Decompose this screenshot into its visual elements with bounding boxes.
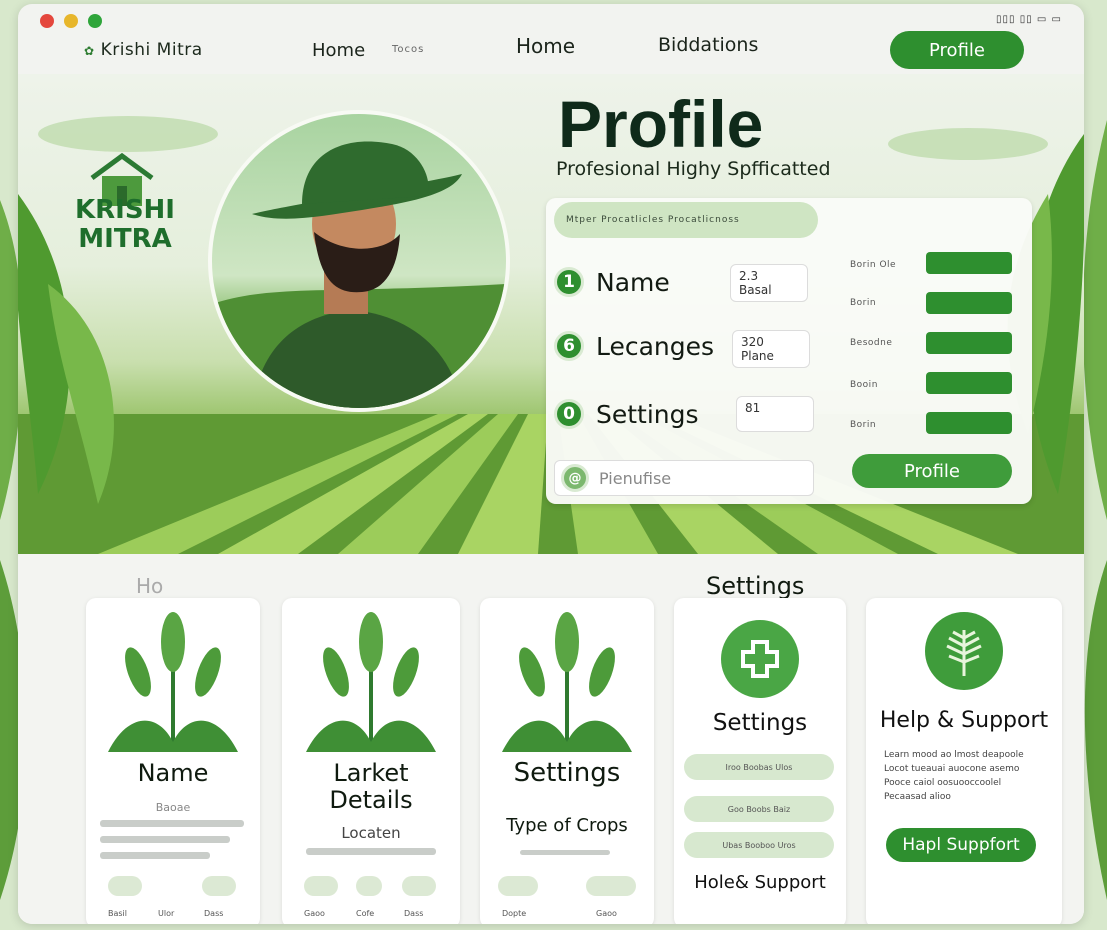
faded-heading: Ho — [136, 574, 164, 598]
action-pill[interactable] — [304, 876, 338, 896]
settings-option[interactable]: Ubas Booboo Uros — [684, 832, 834, 858]
market-details-card[interactable]: Larket Details Locaten Gaoo Cofe Dass — [282, 598, 460, 924]
stat-bar — [926, 372, 1012, 394]
top-navbar: ✿ Krishi Mitra Home Tocos Home Biddations… — [18, 4, 1084, 74]
hero-section: KRISHI MITRA Profile Profesional Highy S… — [18, 74, 1084, 554]
page-title: Profile — [558, 87, 764, 161]
card-foot-label: Dopte — [502, 909, 527, 918]
stat-bar — [926, 332, 1012, 354]
text-line — [100, 836, 230, 843]
farmer-avatar — [208, 110, 510, 412]
row-number-badge: 1 — [554, 267, 584, 297]
name-card[interactable]: Name Baoae Basil Ulor Dass — [86, 598, 260, 924]
fern-leaf-icon — [925, 612, 1003, 690]
stat-label: Booin — [850, 380, 878, 390]
nav-home-link[interactable]: Home — [312, 40, 365, 61]
section-heading: Settings — [706, 572, 805, 600]
help-line: Locot tueauai auocone asemo — [884, 764, 1020, 774]
stat-bar — [926, 252, 1012, 274]
settings-option[interactable]: Goo Boobs Baiz — [684, 796, 834, 822]
maximize-window-button[interactable] — [88, 14, 102, 28]
help-line: Pooce caiol oosuooccoolel — [884, 778, 1002, 788]
settings-plus-icon — [721, 620, 799, 698]
action-pill[interactable] — [586, 876, 636, 896]
stat-bar — [926, 412, 1012, 434]
help-support-button[interactable]: Hapl Suppfort — [886, 828, 1036, 862]
nav-profile-button[interactable]: Profile — [890, 31, 1024, 69]
help-line: Learn mood ao lmost deapoole — [884, 750, 1024, 760]
card-title: Larket Details — [329, 759, 413, 814]
stat-label: Borin — [850, 420, 877, 430]
plant-icon — [108, 612, 238, 752]
panel-profile-button[interactable]: Profile — [852, 454, 1012, 488]
action-pill[interactable] — [402, 876, 436, 896]
crops-settings-card[interactable]: Settings Type of Crops Dopte Gaoo — [480, 598, 654, 924]
action-pill[interactable] — [202, 876, 236, 896]
nav-biddations-link[interactable]: Biddations — [658, 34, 758, 56]
profile-row-name[interactable]: 1 Name — [554, 260, 670, 304]
text-line — [100, 852, 210, 859]
plant-icon — [502, 612, 632, 752]
page-subtitle: Profesional Highy Spfficatted — [556, 158, 831, 180]
settings-card[interactable]: Settings Iroo Boobas Ulos Goo Boobs Baiz… — [674, 598, 846, 924]
settings-option[interactable]: Iroo Boobas Ulos — [684, 754, 834, 780]
lecanges-value-box[interactable]: 320 Plane — [732, 330, 810, 368]
card-foot-label: Cofe — [356, 909, 375, 918]
system-status-icons: ▯▯▯ ▯▯ ▭ ▭ — [996, 14, 1062, 25]
plant-icon — [306, 612, 436, 752]
stat-label: Besodne — [850, 338, 893, 348]
row-number-badge: 6 — [554, 331, 584, 361]
stat-label: Borin — [850, 298, 877, 308]
card-subtitle: Locaten — [341, 824, 401, 842]
action-pill[interactable] — [356, 876, 382, 896]
card-title: Name — [137, 759, 209, 787]
action-pill[interactable] — [108, 876, 142, 896]
stat-label: Borin Ole — [850, 260, 897, 270]
hint-icon: @ — [561, 464, 589, 492]
krishi-mitra-logo-text: KRISHI MITRA — [74, 195, 175, 254]
help-support-card[interactable]: Help & Support Learn mood ao lmost deapo… — [866, 598, 1062, 924]
card-foot-label: Dass — [404, 909, 424, 918]
profile-row-lecanges[interactable]: 6 Lecanges — [554, 324, 714, 368]
action-pill[interactable] — [498, 876, 538, 896]
card-title: Settings — [513, 758, 621, 788]
card-foot-label: Dass — [204, 909, 224, 918]
hint-text: Pienufise — [599, 468, 672, 488]
text-line — [306, 848, 436, 855]
text-line — [520, 850, 610, 855]
bottom-cards-section: Ho Settings Name Baoae Basil Ulor Dass L… — [18, 554, 1084, 924]
nav-home-link-2[interactable]: Home — [516, 34, 575, 58]
leaf-icon: ✿ — [84, 44, 95, 58]
settings-card-title: Settings — [712, 710, 808, 736]
help-card-title: Help & Support — [879, 708, 1049, 733]
panel-search-bar[interactable]: Mtper Procatlicles Procatlicnoss — [554, 202, 818, 238]
profile-panel: Mtper Procatlicles Procatlicnoss 1 Name … — [546, 198, 1032, 504]
profile-row-settings[interactable]: 0 Settings — [554, 392, 699, 436]
help-text: Learn mood ao lmost deapoole Locot tueau… — [884, 748, 1054, 804]
card-foot-label: Gaoo — [304, 909, 325, 918]
close-window-button[interactable] — [40, 14, 54, 28]
card-subtitle: Baoae — [155, 801, 191, 814]
row-label: Lecanges — [596, 331, 715, 361]
card-subtitle: Type of Crops — [506, 815, 628, 836]
nav-tocos-link[interactable]: Tocos — [392, 44, 424, 55]
app-window: ✿ Krishi Mitra Home Tocos Home Biddations… — [18, 4, 1084, 924]
brand-name[interactable]: ✿ Krishi Mitra — [84, 40, 203, 60]
profile-hint-input[interactable]: @ Pienufise — [554, 460, 814, 496]
card-foot-label: Ulor — [158, 909, 175, 918]
card-foot-label: Gaoo — [596, 909, 617, 918]
help-support-link[interactable]: Hole& Support — [674, 872, 846, 893]
row-number-badge: 0 — [554, 399, 584, 429]
stat-bar — [926, 292, 1012, 314]
row-label: Name — [596, 267, 670, 297]
row-label: Settings — [596, 399, 699, 429]
minimize-window-button[interactable] — [64, 14, 78, 28]
help-line: Pecaasad alioo — [884, 792, 951, 802]
card-foot-label: Basil — [108, 909, 128, 918]
text-line — [100, 820, 244, 827]
name-value-box[interactable]: 2.3 Basal — [730, 264, 808, 302]
settings-value-box[interactable]: 81 — [736, 396, 814, 432]
